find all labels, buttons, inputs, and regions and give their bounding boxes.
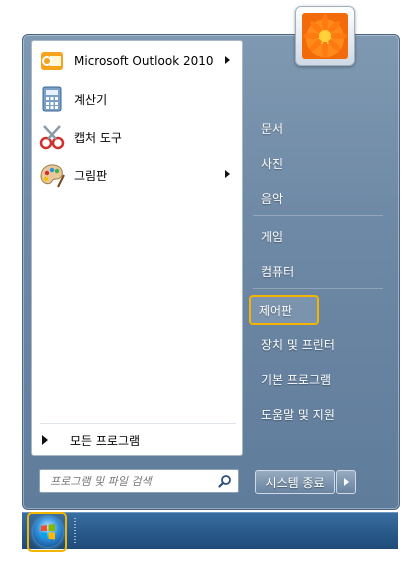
- all-programs-button[interactable]: 모든 프로그램: [36, 430, 238, 450]
- program-label: 계산기: [74, 92, 108, 107]
- right-item-help-support[interactable]: 도움말 및 지원: [253, 400, 335, 428]
- right-item-music[interactable]: 음악: [253, 184, 283, 212]
- shutdown-options-button[interactable]: [336, 470, 356, 494]
- right-item-games[interactable]: 게임: [253, 222, 283, 250]
- outlook-icon: [38, 47, 66, 75]
- flower-image: [302, 13, 348, 59]
- program-label: Microsoft Outlook 2010: [74, 54, 214, 68]
- divider: [40, 423, 236, 424]
- taskbar: [22, 512, 398, 549]
- windows-logo-icon: [33, 517, 63, 547]
- right-item-control-panel[interactable]: 제어판: [249, 295, 319, 325]
- snipping-tool-icon: [38, 123, 66, 151]
- start-button[interactable]: [27, 512, 67, 552]
- right-item-computer[interactable]: 컴퓨터: [253, 257, 294, 285]
- divider: [253, 215, 383, 216]
- right-item-default-programs[interactable]: 기본 프로그램: [253, 365, 331, 393]
- right-item-pictures[interactable]: 사진: [253, 149, 283, 177]
- program-outlook[interactable]: Microsoft Outlook 2010: [36, 45, 238, 77]
- programs-panel: Microsoft Outlook 2010 계산기 캡처 도구 그림판 모든 …: [31, 40, 243, 456]
- submenu-arrow-icon[interactable]: [225, 56, 230, 64]
- user-picture[interactable]: [295, 6, 355, 66]
- divider: [253, 288, 383, 289]
- calculator-icon: [38, 85, 66, 113]
- taskbar-grip[interactable]: [74, 518, 76, 544]
- all-programs-label: 모든 프로그램: [70, 433, 141, 448]
- program-calculator[interactable]: 계산기: [36, 83, 238, 115]
- search-icon[interactable]: [218, 473, 232, 488]
- shutdown-button[interactable]: 시스템 종료: [255, 470, 335, 494]
- program-paint[interactable]: 그림판: [36, 159, 238, 191]
- program-label: 그림판: [74, 168, 108, 183]
- right-item-documents[interactable]: 문서: [253, 114, 283, 142]
- submenu-arrow-icon[interactable]: [225, 170, 230, 178]
- right-item-devices-printers[interactable]: 장치 및 프린터: [253, 330, 335, 358]
- paint-icon: [38, 161, 66, 189]
- expand-arrow-icon: [42, 435, 48, 445]
- program-snipping-tool[interactable]: 캡처 도구: [36, 121, 238, 153]
- search-box[interactable]: [39, 469, 239, 493]
- program-label: 캡처 도구: [74, 130, 122, 145]
- search-input[interactable]: [48, 470, 212, 493]
